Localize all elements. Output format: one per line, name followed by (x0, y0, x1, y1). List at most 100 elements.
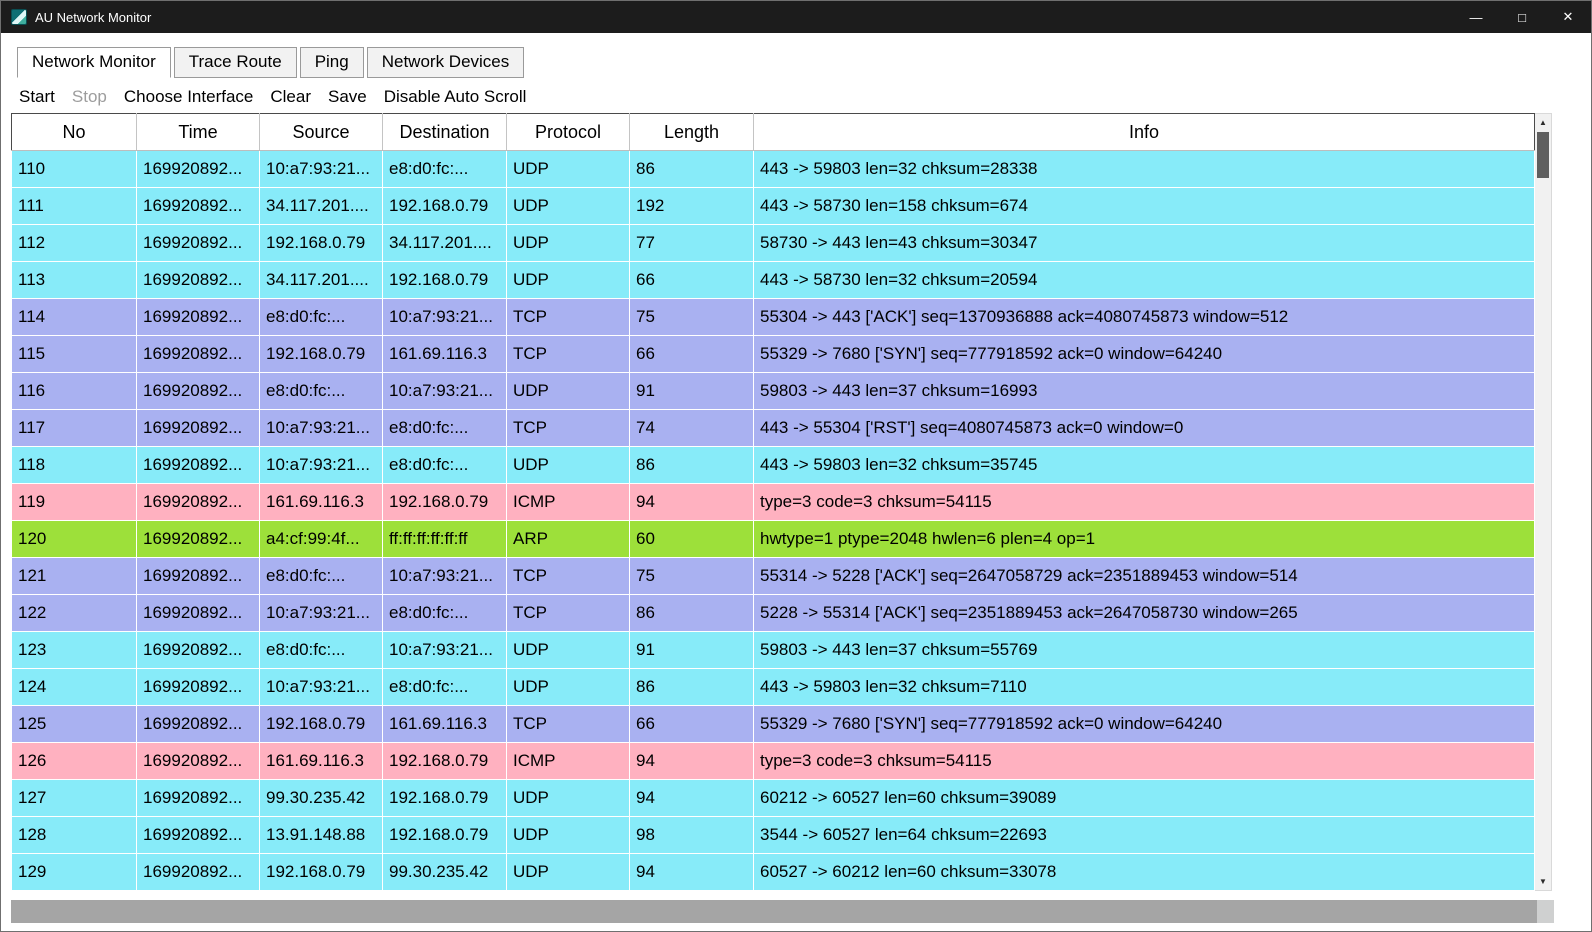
cell-no: 122 (12, 595, 137, 632)
cell-protocol: UDP (507, 447, 630, 484)
cell-protocol: UDP (507, 262, 630, 299)
vertical-scrollbar[interactable]: ▲ ▼ (1535, 113, 1552, 891)
cell-info: 55329 -> 7680 ['SYN'] seq=777918592 ack=… (754, 336, 1535, 373)
cell-destination: e8:d0:fc:... (383, 151, 507, 188)
cell-length: 60 (630, 521, 754, 558)
cell-protocol: UDP (507, 151, 630, 188)
scroll-down-icon[interactable]: ▼ (1535, 873, 1551, 890)
packet-row-117[interactable]: 117169920892...10:a7:93:21...e8:d0:fc:..… (12, 410, 1535, 447)
cell-protocol: TCP (507, 558, 630, 595)
cell-destination: 192.168.0.79 (383, 743, 507, 780)
cell-info: 443 -> 58730 len=32 chksum=20594 (754, 262, 1535, 299)
toolbar-choose-interface-button[interactable]: Choose Interface (124, 87, 253, 107)
close-button[interactable]: ✕ (1545, 1, 1591, 33)
cell-length: 66 (630, 706, 754, 743)
packet-row-110[interactable]: 110169920892...10:a7:93:21...e8:d0:fc:..… (12, 151, 1535, 188)
horizontal-scrollbar-thumb[interactable] (11, 900, 1537, 923)
cell-source: a4:cf:99:4f... (260, 521, 383, 558)
packet-row-112[interactable]: 112169920892...192.168.0.7934.117.201...… (12, 225, 1535, 262)
toolbar-start-button[interactable]: Start (19, 87, 55, 107)
window-title: AU Network Monitor (35, 10, 151, 25)
minimize-button[interactable]: — (1453, 1, 1499, 33)
cell-destination: 10:a7:93:21... (383, 632, 507, 669)
cell-no: 118 (12, 447, 137, 484)
tab-ping[interactable]: Ping (300, 47, 364, 78)
packet-row-118[interactable]: 118169920892...10:a7:93:21...e8:d0:fc:..… (12, 447, 1535, 484)
cell-info: 60212 -> 60527 len=60 chksum=39089 (754, 780, 1535, 817)
tab-network-monitor[interactable]: Network Monitor (17, 47, 171, 78)
titlebar[interactable]: AU Network Monitor — □ ✕ (1, 1, 1591, 33)
column-header-protocol[interactable]: Protocol (507, 114, 630, 151)
cell-info: 443 -> 55304 ['RST'] seq=4080745873 ack=… (754, 410, 1535, 447)
packet-row-124[interactable]: 124169920892...10:a7:93:21...e8:d0:fc:..… (12, 669, 1535, 706)
cell-source: 192.168.0.79 (260, 336, 383, 373)
cell-info: 443 -> 59803 len=32 chksum=35745 (754, 447, 1535, 484)
column-header-no[interactable]: No (12, 114, 137, 151)
packet-row-122[interactable]: 122169920892...10:a7:93:21...e8:d0:fc:..… (12, 595, 1535, 632)
column-header-destination[interactable]: Destination (383, 114, 507, 151)
packet-row-126[interactable]: 126169920892...161.69.116.3192.168.0.79I… (12, 743, 1535, 780)
cell-info: type=3 code=3 chksum=54115 (754, 484, 1535, 521)
packet-row-115[interactable]: 115169920892...192.168.0.79161.69.116.3T… (12, 336, 1535, 373)
cell-source: 34.117.201.... (260, 262, 383, 299)
cell-source: 13.91.148.88 (260, 817, 383, 854)
cell-info: 55329 -> 7680 ['SYN'] seq=777918592 ack=… (754, 706, 1535, 743)
packet-row-121[interactable]: 121169920892...e8:d0:fc:...10:a7:93:21..… (12, 558, 1535, 595)
vertical-scrollbar-thumb[interactable] (1537, 132, 1549, 178)
packet-row-123[interactable]: 123169920892...e8:d0:fc:...10:a7:93:21..… (12, 632, 1535, 669)
cell-no: 129 (12, 854, 137, 891)
packet-row-128[interactable]: 128169920892...13.91.148.88192.168.0.79U… (12, 817, 1535, 854)
cell-source: e8:d0:fc:... (260, 558, 383, 595)
cell-length: 94 (630, 743, 754, 780)
toolbar-save-button[interactable]: Save (328, 87, 367, 107)
cell-source: 34.117.201.... (260, 188, 383, 225)
cell-protocol: UDP (507, 780, 630, 817)
cell-no: 116 (12, 373, 137, 410)
cell-source: 10:a7:93:21... (260, 151, 383, 188)
packet-row-111[interactable]: 111169920892...34.117.201....192.168.0.7… (12, 188, 1535, 225)
cell-no: 112 (12, 225, 137, 262)
tab-network-devices[interactable]: Network Devices (367, 47, 525, 78)
packet-row-119[interactable]: 119169920892...161.69.116.3192.168.0.79I… (12, 484, 1535, 521)
scroll-up-icon[interactable]: ▲ (1535, 114, 1551, 131)
tab-trace-route[interactable]: Trace Route (174, 47, 297, 78)
maximize-button[interactable]: □ (1499, 1, 1545, 33)
vertical-scrollbar-track[interactable] (1535, 131, 1551, 873)
cell-protocol: UDP (507, 225, 630, 262)
cell-no: 119 (12, 484, 137, 521)
packet-row-120[interactable]: 120169920892...a4:cf:99:4f...ff:ff:ff:ff… (12, 521, 1535, 558)
packet-row-113[interactable]: 113169920892...34.117.201....192.168.0.7… (12, 262, 1535, 299)
cell-source: 10:a7:93:21... (260, 595, 383, 632)
toolbar-stop-button[interactable]: Stop (72, 87, 107, 107)
cell-info: 443 -> 59803 len=32 chksum=28338 (754, 151, 1535, 188)
cell-time: 169920892... (137, 336, 260, 373)
cell-protocol: TCP (507, 410, 630, 447)
column-header-time[interactable]: Time (137, 114, 260, 151)
cell-no: 111 (12, 188, 137, 225)
column-header-info[interactable]: Info (754, 114, 1535, 151)
packet-row-127[interactable]: 127169920892...99.30.235.42192.168.0.79U… (12, 780, 1535, 817)
titlebar-left: AU Network Monitor (1, 9, 1453, 25)
cell-length: 94 (630, 854, 754, 891)
toolbar-clear-button[interactable]: Clear (270, 87, 311, 107)
cell-no: 125 (12, 706, 137, 743)
cell-protocol: TCP (507, 706, 630, 743)
cell-protocol: UDP (507, 188, 630, 225)
window-controls: — □ ✕ (1453, 1, 1591, 33)
packet-row-129[interactable]: 129169920892...192.168.0.7999.30.235.42U… (12, 854, 1535, 891)
cell-protocol: TCP (507, 299, 630, 336)
toolbar-disable-auto-scroll-button[interactable]: Disable Auto Scroll (384, 87, 527, 107)
column-header-source[interactable]: Source (260, 114, 383, 151)
cell-no: 115 (12, 336, 137, 373)
packet-row-116[interactable]: 116169920892...e8:d0:fc:...10:a7:93:21..… (12, 373, 1535, 410)
cell-info: 55304 -> 443 ['ACK'] seq=1370936888 ack=… (754, 299, 1535, 336)
toolbar: Start Stop Choose Interface Clear Save Disabl… (19, 87, 1591, 107)
cell-time: 169920892... (137, 669, 260, 706)
packet-row-125[interactable]: 125169920892...192.168.0.79161.69.116.3T… (12, 706, 1535, 743)
cell-source: 10:a7:93:21... (260, 447, 383, 484)
packet-row-114[interactable]: 114169920892...e8:d0:fc:...10:a7:93:21..… (12, 299, 1535, 336)
horizontal-scrollbar-track[interactable] (11, 900, 1537, 923)
column-header-length[interactable]: Length (630, 114, 754, 151)
cell-info: hwtype=1 ptype=2048 hwlen=6 plen=4 op=1 (754, 521, 1535, 558)
cell-length: 86 (630, 447, 754, 484)
